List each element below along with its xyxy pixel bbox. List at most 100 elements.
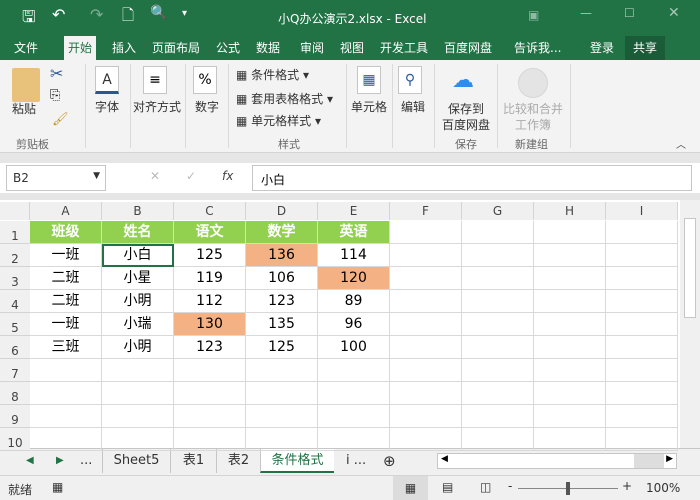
row-header-5[interactable]: 5 <box>0 313 30 336</box>
row-header-7[interactable]: 7 <box>0 359 30 382</box>
cell[interactable] <box>390 359 462 382</box>
cell[interactable]: 119 <box>174 267 246 290</box>
tab-4[interactable]: 公式 <box>212 36 244 60</box>
row-header-3[interactable]: 3 <box>0 267 30 290</box>
tab-1[interactable]: 开始 <box>64 36 97 60</box>
cell-style-button[interactable]: ▦ 单元格样式 ▾ <box>236 112 321 129</box>
cancel-icon[interactable]: ✕ <box>150 169 160 183</box>
cell[interactable]: 100 <box>318 336 390 359</box>
cell[interactable] <box>534 405 606 428</box>
cell[interactable] <box>390 405 462 428</box>
page-layout-icon[interactable]: ▤ <box>442 480 453 494</box>
align-icon[interactable]: ≡ <box>143 66 167 94</box>
cell[interactable]: 二班 <box>30 267 102 290</box>
cell[interactable] <box>390 313 462 336</box>
minimize-icon[interactable]: — <box>580 6 592 20</box>
cell[interactable]: 三班 <box>30 336 102 359</box>
cell[interactable] <box>318 382 390 405</box>
row-header-1[interactable]: 1 <box>0 221 30 244</box>
sheet-tab-1[interactable]: 表1 <box>170 449 216 473</box>
cell[interactable] <box>462 313 534 336</box>
cell[interactable] <box>318 359 390 382</box>
print-preview-icon[interactable]: 🔍 <box>150 5 167 21</box>
cell[interactable] <box>606 244 678 267</box>
cell[interactable] <box>30 405 102 428</box>
cell[interactable] <box>462 221 534 244</box>
column-header-G[interactable]: G <box>462 202 534 220</box>
horizontal-scroll-track[interactable] <box>634 454 664 468</box>
cell[interactable] <box>102 359 174 382</box>
column-header-D[interactable]: D <box>246 202 318 220</box>
ribbon-display-icon[interactable]: ▣ <box>528 8 539 22</box>
row-header-4[interactable]: 4 <box>0 290 30 313</box>
header-cell[interactable]: 班级 <box>30 221 102 244</box>
redo-icon[interactable]: ↷ <box>90 5 103 24</box>
name-box[interactable]: B2 ▼ <box>6 165 106 191</box>
cell[interactable]: 135 <box>246 313 318 336</box>
undo-icon[interactable]: ↶ <box>52 5 65 24</box>
cell[interactable] <box>174 359 246 382</box>
cell[interactable] <box>246 428 318 451</box>
more-sheets-right[interactable]: i ... <box>346 449 366 473</box>
cell[interactable] <box>318 405 390 428</box>
cell[interactable] <box>390 336 462 359</box>
cell[interactable]: 114 <box>318 244 390 267</box>
zoom-slider-thumb[interactable] <box>566 482 570 495</box>
normal-view-icon[interactable]: ▦ <box>393 476 428 500</box>
baidu-cloud-icon[interactable]: ☁ <box>452 68 474 93</box>
page-break-icon[interactable]: ◫ <box>480 480 491 494</box>
cell[interactable] <box>390 382 462 405</box>
cell[interactable]: 112 <box>174 290 246 313</box>
column-header-E[interactable]: E <box>318 202 390 220</box>
cell[interactable]: 小明 <box>102 336 174 359</box>
cell[interactable] <box>174 382 246 405</box>
conditional-format-button[interactable]: ▦ 条件格式 ▾ <box>236 66 309 83</box>
column-header-B[interactable]: B <box>102 202 174 220</box>
cell[interactable] <box>462 428 534 451</box>
cell[interactable] <box>390 221 462 244</box>
cell[interactable] <box>534 221 606 244</box>
cell[interactable]: 小明 <box>102 290 174 313</box>
align-button[interactable]: 对齐方式 <box>133 98 181 115</box>
cell[interactable] <box>390 290 462 313</box>
formula-input[interactable]: 小白 <box>252 165 692 191</box>
enter-icon[interactable]: ✓ <box>186 169 196 183</box>
cell[interactable] <box>390 428 462 451</box>
font-icon[interactable]: A <box>95 66 119 94</box>
cell[interactable] <box>534 428 606 451</box>
cell[interactable] <box>534 244 606 267</box>
cell[interactable]: 123 <box>174 336 246 359</box>
cell[interactable] <box>606 359 678 382</box>
table-format-button[interactable]: ▦ 套用表格格式 ▾ <box>236 90 333 107</box>
column-header-I[interactable]: I <box>606 202 678 220</box>
cell[interactable] <box>30 359 102 382</box>
column-header-H[interactable]: H <box>534 202 606 220</box>
tab-0[interactable]: 文件 <box>10 36 42 60</box>
row-header-8[interactable]: 8 <box>0 382 30 405</box>
zoom-level[interactable]: 100% <box>646 481 680 495</box>
header-cell[interactable]: 数学 <box>246 221 318 244</box>
add-sheet-icon[interactable]: ⊕ <box>383 449 396 473</box>
save-to-label[interactable]: 保存到 <box>448 100 484 117</box>
format-painter-icon[interactable]: 🖌 <box>52 112 69 127</box>
login-button[interactable]: 登录 <box>586 36 618 60</box>
cell[interactable] <box>462 405 534 428</box>
tab-6[interactable]: 审阅 <box>296 36 328 60</box>
tab-9[interactable]: 百度网盘 <box>440 36 496 60</box>
cell[interactable] <box>606 405 678 428</box>
column-header-C[interactable]: C <box>174 202 246 220</box>
percent-icon[interactable]: % <box>193 66 217 94</box>
vertical-scrollbar[interactable] <box>680 200 700 448</box>
cell[interactable] <box>462 336 534 359</box>
baidu-label[interactable]: 百度网盘 <box>442 116 490 133</box>
active-cell[interactable]: 小白 <box>102 244 174 267</box>
prev-sheet-icon[interactable]: ◀ <box>26 449 34 473</box>
cell[interactable]: 123 <box>246 290 318 313</box>
cell[interactable] <box>102 382 174 405</box>
cell[interactable] <box>246 405 318 428</box>
cell[interactable] <box>246 359 318 382</box>
cell[interactable] <box>246 382 318 405</box>
cell[interactable] <box>534 267 606 290</box>
cells-icon[interactable]: ▦ <box>357 66 381 94</box>
cell[interactable] <box>606 336 678 359</box>
